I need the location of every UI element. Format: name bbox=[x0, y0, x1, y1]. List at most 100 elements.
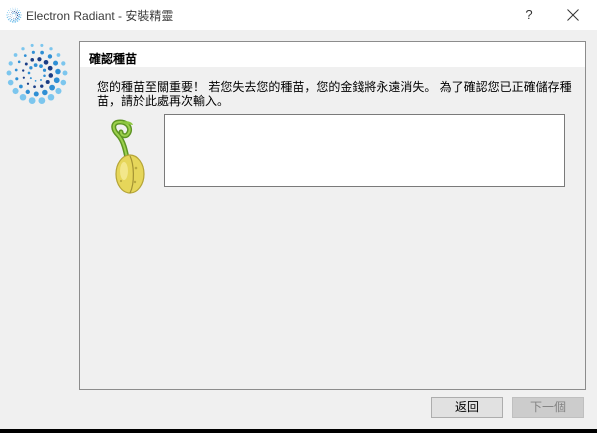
logo-dot bbox=[21, 47, 25, 51]
logo-dot bbox=[7, 18, 10, 21]
logo-dot bbox=[19, 93, 27, 101]
close-icon bbox=[567, 9, 579, 21]
logo-dot bbox=[53, 60, 59, 66]
logo-dot bbox=[23, 54, 27, 57]
logo-dot bbox=[11, 21, 14, 23]
seed-sprout-icon bbox=[111, 119, 145, 194]
logo-dot bbox=[17, 8, 18, 10]
logo-dot bbox=[31, 50, 35, 54]
logo-dot bbox=[11, 19, 13, 21]
logo-dot bbox=[6, 14, 8, 16]
logo-dot bbox=[9, 17, 11, 19]
back-button-label: 返回 bbox=[454, 400, 479, 414]
logo-dot bbox=[30, 58, 35, 62]
logo-dot bbox=[8, 10, 10, 11]
logo-dot bbox=[27, 71, 31, 75]
help-label: ? bbox=[525, 7, 533, 22]
panel-title: 確認種苗 bbox=[89, 52, 138, 66]
logo-dot bbox=[12, 13, 13, 15]
logo-dot bbox=[14, 9, 16, 11]
logo-dot bbox=[33, 63, 38, 67]
logo-dot bbox=[42, 68, 47, 72]
logo-dot bbox=[19, 16, 22, 19]
logo-dot bbox=[16, 13, 18, 15]
seed-input[interactable] bbox=[164, 114, 565, 187]
panel-header: 確認種苗 bbox=[80, 42, 585, 67]
logo-dot bbox=[20, 14, 22, 16]
logo-dot bbox=[37, 57, 42, 62]
logo-dot bbox=[42, 89, 48, 96]
logo-dot bbox=[16, 16, 18, 18]
logo-dot bbox=[40, 78, 42, 81]
logo-dot bbox=[16, 15, 19, 17]
logo-dot bbox=[56, 53, 61, 57]
logo-dot bbox=[6, 16, 9, 19]
logo-dot bbox=[55, 87, 62, 95]
logo-dot bbox=[62, 70, 68, 76]
logo-dot bbox=[14, 68, 18, 72]
logo-dot bbox=[8, 16, 10, 17]
logo-dot bbox=[15, 13, 17, 15]
logo-dot bbox=[12, 9, 14, 11]
logo-dot bbox=[10, 12, 12, 14]
logo-dot bbox=[7, 79, 14, 86]
logo-dot bbox=[18, 10, 20, 11]
logo-dot bbox=[22, 76, 25, 79]
logo-dot bbox=[18, 16, 20, 18]
logo-dot bbox=[20, 12, 22, 14]
logo-dot bbox=[49, 84, 55, 91]
logo-dot bbox=[15, 77, 19, 81]
logo-dot bbox=[43, 74, 46, 78]
logo-dot bbox=[14, 21, 17, 23]
logo-dot bbox=[18, 11, 20, 14]
logo-dot bbox=[47, 93, 55, 101]
logo-dot bbox=[12, 11, 14, 13]
logo-dot bbox=[13, 19, 15, 21]
logo-dot bbox=[10, 10, 12, 11]
logo-dot bbox=[45, 79, 50, 85]
logo-dot bbox=[49, 47, 53, 51]
logo-dot bbox=[10, 15, 11, 17]
logo-dot bbox=[9, 11, 10, 13]
logo-dot bbox=[14, 11, 16, 13]
close-button[interactable] bbox=[558, 0, 588, 30]
logo-dot bbox=[47, 54, 53, 59]
logo-dot bbox=[29, 66, 33, 70]
logo-dot bbox=[11, 14, 13, 16]
logo-dot bbox=[55, 68, 61, 75]
logo-dot bbox=[26, 82, 30, 85]
logo-dot bbox=[17, 17, 19, 20]
logo-dot bbox=[40, 84, 44, 88]
logo-dot bbox=[14, 12, 16, 14]
logo-dot bbox=[43, 59, 49, 65]
back-button[interactable]: 返回 bbox=[431, 397, 503, 418]
logo-dot bbox=[8, 13, 10, 15]
logo-dot bbox=[9, 20, 12, 22]
logo-dot bbox=[13, 18, 14, 19]
logo-dot bbox=[47, 65, 53, 71]
help-button[interactable]: ? bbox=[517, 0, 541, 30]
logo-dot bbox=[17, 60, 21, 64]
logo-dot bbox=[15, 19, 17, 21]
taskbar-edge bbox=[0, 429, 597, 433]
logo-dot bbox=[14, 7, 16, 9]
logo-dot bbox=[6, 12, 8, 14]
logo-dot bbox=[40, 43, 44, 47]
logo-dot bbox=[6, 70, 12, 76]
logo-dot bbox=[60, 79, 67, 86]
confirm-seed-panel: 確認種苗 您的種苗至關重要！ 若您失去您的種苗，您的金錢將永遠消失。 為了確認您… bbox=[79, 41, 586, 390]
window-title: Electron Radiant - 安裝精靈 bbox=[26, 9, 174, 23]
logo-dot bbox=[34, 80, 37, 82]
logo-dot bbox=[15, 11, 17, 13]
logo-dot bbox=[12, 87, 19, 95]
title-bar: Electron Radiant - 安裝精靈 ? bbox=[0, 0, 597, 30]
logo-dot bbox=[39, 64, 43, 68]
logo-dot bbox=[28, 97, 36, 104]
logo-dot bbox=[8, 61, 13, 66]
logo-dot bbox=[18, 13, 20, 16]
logo-dot bbox=[16, 20, 19, 22]
seed-instructions: 您的種苗至關重要！ 若您失去您的種苗，您的金錢將永遠消失。 為了確認您已正確儲存… bbox=[97, 80, 572, 108]
logo-dot bbox=[14, 17, 16, 19]
logo-dot bbox=[16, 10, 18, 12]
next-button[interactable]: 下一個 bbox=[512, 397, 584, 418]
